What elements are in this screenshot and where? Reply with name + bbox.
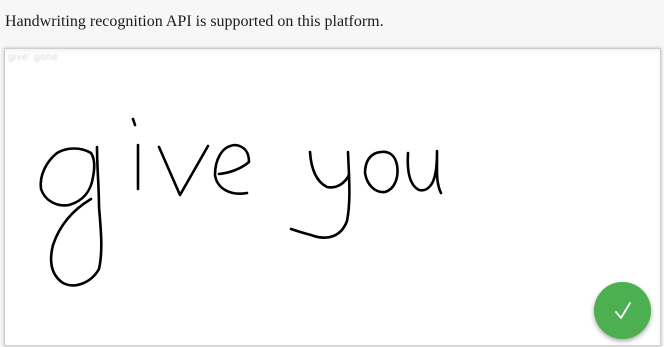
ink-stroke-o — [363, 150, 399, 194]
ink-strokes — [39, 117, 443, 287]
ink-stroke-e — [213, 143, 251, 195]
ink-stroke-y-left — [308, 150, 351, 189]
ink-stroke-g-bowl — [39, 147, 96, 207]
confirm-button[interactable] — [594, 282, 651, 339]
ink-stroke-i-dot — [131, 117, 137, 127]
ink-stroke-u — [406, 149, 443, 195]
handwriting-canvas[interactable]: give' gone — [4, 48, 661, 346]
checkmark-icon — [614, 301, 631, 319]
ink-stroke-y-right — [289, 150, 351, 239]
support-status-text: Handwriting recognition API is supported… — [5, 13, 384, 30]
ink-stroke-v — [157, 144, 210, 197]
